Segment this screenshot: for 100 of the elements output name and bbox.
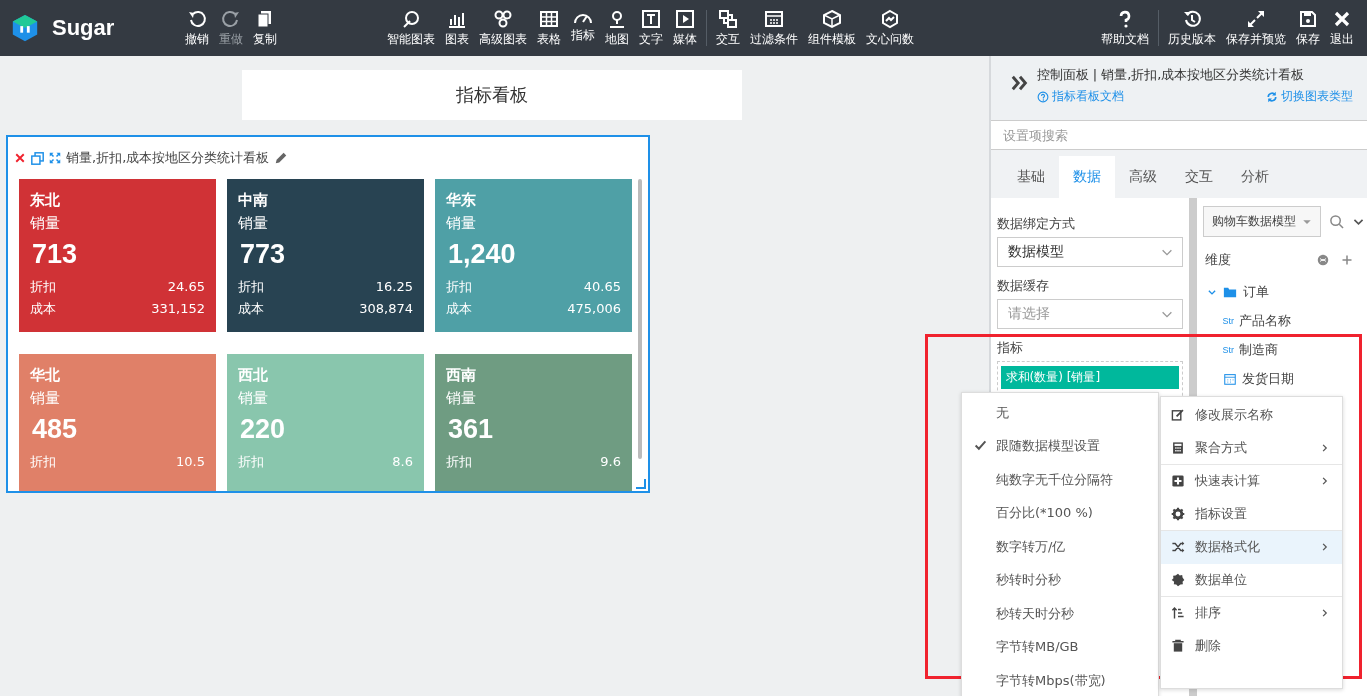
calendar-icon [1222, 371, 1237, 386]
section-label: 维度 [1204, 251, 1231, 269]
region-name: 华北 [30, 366, 61, 385]
gauge-icon [573, 12, 593, 25]
toolbar-button[interactable]: 媒体 [668, 8, 702, 48]
kpi-value: 361 [448, 414, 495, 445]
metric-label: 销量 [238, 214, 269, 233]
row-label: 成本 [446, 300, 472, 318]
toolbar-button[interactable]: 撤销 [180, 8, 214, 48]
refresh-icon [1266, 90, 1278, 103]
row-value: 9.6 [600, 453, 621, 471]
menu-item[interactable]: 删除 [1161, 630, 1342, 663]
close-icon [14, 152, 26, 164]
toolbar-button[interactable]: 组件模板 [803, 8, 861, 48]
menu-item[interactable]: 百分比(*100 %) [962, 496, 1158, 530]
toolbar-button[interactable]: 帮助文档 [1096, 8, 1154, 48]
row-label: 折扣 [238, 278, 264, 296]
chevron-right-icon [1320, 476, 1330, 486]
row-label: 成本 [238, 300, 264, 318]
toolbar-button[interactable]: 地图 [600, 8, 634, 48]
menu-item[interactable]: 字节转Mbps(带宽) [962, 664, 1158, 696]
row-value: 8.6 [392, 453, 413, 471]
region-name: 中南 [238, 191, 269, 210]
region-name: 西南 [446, 366, 477, 385]
settings-search-field[interactable]: 设置项搜索 [990, 120, 1367, 150]
metric-label: 销量 [446, 214, 477, 233]
menu-item[interactable]: 数据单位 [1161, 564, 1342, 597]
kpi-value: 220 [240, 414, 287, 445]
field-name[interactable]: 发货日期 [1241, 369, 1294, 388]
menu-item[interactable]: 无 [962, 396, 1158, 430]
model-select[interactable]: 购物车数据模型 [1202, 206, 1321, 237]
plus-square-icon [1171, 474, 1185, 488]
field-name[interactable]: 产品名称 [1239, 311, 1292, 330]
menu-item[interactable]: 字节转MB/GB [962, 630, 1158, 664]
toolbar-button[interactable]: 保存并预览 [1221, 8, 1291, 48]
toolbar-button[interactable]: 文字 [634, 8, 668, 48]
panel-tab[interactable]: 高级 [1114, 156, 1171, 198]
row-value: 24.65 [167, 278, 205, 296]
metric-label: 销量 [30, 389, 61, 408]
toolbar-button[interactable]: 保存 [1291, 8, 1325, 48]
menu-item[interactable]: 修改展示名称 [1161, 399, 1342, 432]
menu-item[interactable]: 跟随数据模型设置 [962, 429, 1158, 463]
toolbar-button[interactable]: 过滤条件 [745, 8, 803, 48]
menu-item[interactable]: 快速表计算 [1161, 465, 1342, 498]
text-icon [641, 8, 661, 29]
panel-tab[interactable]: 基础 [1002, 156, 1059, 198]
menu-item[interactable]: 数字转万/亿 [962, 530, 1158, 564]
row-label: 折扣 [446, 278, 472, 296]
copy-icon [31, 151, 44, 165]
toolbar-button[interactable]: 交互 [711, 8, 745, 48]
panel-tab[interactable]: 交互 [1170, 156, 1227, 198]
row-value: 475,006 [567, 300, 621, 318]
binding-select[interactable]: 数据模型 [996, 237, 1183, 267]
toolbar-button[interactable]: 历史版本 [1163, 8, 1221, 48]
map-pin-icon [607, 8, 627, 29]
cube-logo-icon [10, 12, 40, 44]
sort-icon [1171, 606, 1185, 620]
menu-item[interactable]: 排序 [1161, 597, 1342, 630]
menu-item[interactable]: 数据格式化 [1161, 531, 1342, 564]
menu-item[interactable]: 秒转天时分秒 [962, 597, 1158, 631]
expand-icon [1246, 8, 1266, 29]
toolbar-button[interactable]: 智能图表 [382, 8, 440, 48]
save-icon [1298, 8, 1318, 29]
panel-title: 控制面板 | 销量,折扣,成本按地区分类统计看板 [1036, 66, 1306, 84]
undo-icon [187, 8, 207, 29]
metric-label: 销量 [30, 214, 61, 233]
filter-panel-icon [764, 8, 784, 29]
row-value: 10.5 [176, 453, 205, 471]
panel-tab[interactable]: 分析 [1226, 156, 1283, 198]
toolbar-button[interactable]: 高级图表 [474, 8, 532, 48]
toolbar-button[interactable]: 图表 [440, 8, 474, 48]
menu-item[interactable]: 聚合方式 [1161, 432, 1342, 465]
panel-tab[interactable]: 数据 [1058, 156, 1115, 198]
pencil-icon [274, 151, 289, 165]
widget-title: 销量,折扣,成本按地区分类统计看板 [66, 149, 270, 167]
fullscreen-icon [49, 152, 61, 164]
toolbar-button[interactable]: 复制 [248, 8, 282, 48]
menu-item[interactable]: 纯数字无千位分隔符 [962, 463, 1158, 497]
toolbar-button[interactable]: 文心问数 [861, 8, 919, 48]
circles-icon [493, 8, 513, 29]
toolbar-button[interactable]: 表格 [532, 8, 566, 48]
tree-node[interactable]: 订单 [1202, 277, 1367, 306]
region-name: 西北 [238, 366, 269, 385]
row-label: 折扣 [30, 453, 56, 471]
kpi-value: 713 [32, 239, 79, 270]
scrollbar[interactable] [638, 179, 642, 459]
toolbar-button[interactable]: 退出 [1325, 8, 1359, 48]
redo-icon [221, 8, 241, 29]
menu-item[interactable]: 秒转时分秒 [962, 563, 1158, 597]
settings-icon [1171, 507, 1185, 521]
resize-handle[interactable] [636, 479, 646, 489]
toolbar-button[interactable]: 指标 [566, 12, 600, 44]
plus-icon [1341, 254, 1353, 266]
double-chevron-icon [1010, 74, 1029, 92]
row-value: 40.65 [583, 278, 621, 296]
region-name: 东北 [30, 191, 61, 210]
field-label: 指标 [996, 339, 1023, 357]
region-name: 华东 [446, 191, 477, 210]
field-name[interactable]: 制造商 [1239, 340, 1279, 359]
kpi-value: 1,240 [448, 239, 517, 270]
